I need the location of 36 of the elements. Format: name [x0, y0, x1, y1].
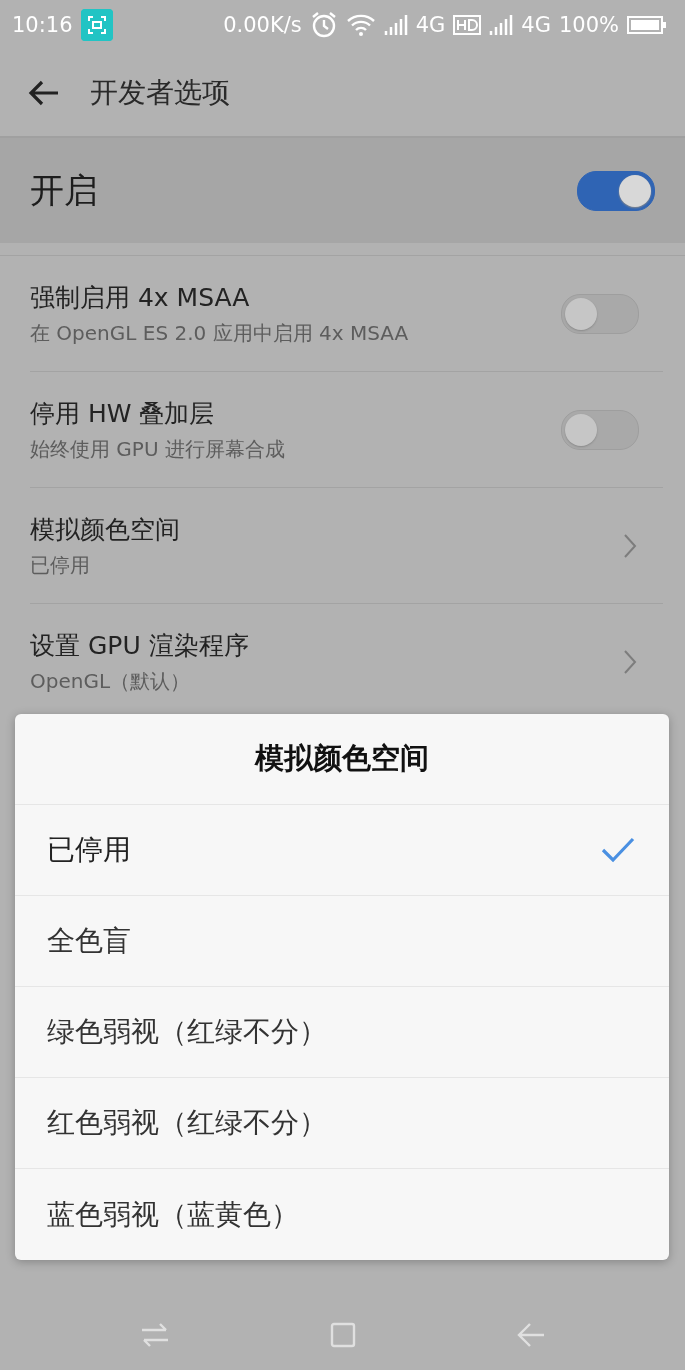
toggle-switch[interactable]: [577, 170, 655, 211]
setting-subtitle: 已停用: [30, 551, 91, 579]
option-item[interactable]: 全色盲: [15, 896, 669, 987]
checkmark-icon: [601, 837, 635, 863]
home-square-icon[interactable]: [328, 1321, 357, 1349]
setting-subtitle: 始终使用 GPU 进行屏幕合成: [30, 435, 285, 463]
option-item[interactable]: 蓝色弱视（蓝黄色）: [15, 1169, 669, 1260]
setting-title: 停用 HW 叠加层: [30, 397, 216, 430]
setting-title: 模拟颜色空间: [30, 513, 180, 546]
dialog-title: 模拟颜色空间: [15, 714, 669, 805]
wifi-icon: [345, 13, 376, 37]
battery-icon: [627, 15, 667, 35]
toggle-switch[interactable]: [561, 409, 639, 450]
setting-title: 强制启用 4x MSAA: [30, 281, 251, 314]
signal-icon: [383, 13, 408, 37]
chevron-right-icon: [623, 648, 637, 675]
option-item[interactable]: 红色弱视（红绿不分）: [15, 1078, 669, 1169]
battery-percent: 100%: [558, 13, 619, 37]
network-type: 4G: [521, 13, 551, 37]
toggle-switch[interactable]: [561, 293, 639, 334]
chevron-right-icon: [623, 532, 637, 559]
back-arrow-icon[interactable]: [28, 79, 60, 107]
signal-icon: [489, 13, 514, 37]
option-item[interactable]: 绿色弱视（红绿不分）: [15, 987, 669, 1078]
network-speed: 0.00K/s: [223, 13, 302, 37]
network-type: 4G: [415, 13, 446, 37]
status-time: 10:16: [12, 13, 73, 37]
hd-icon: [453, 15, 482, 35]
setting-title: 设置 GPU 渲染程序: [30, 629, 249, 662]
master-switch-label: 开启: [30, 168, 98, 212]
setting-subtitle: 在 OpenGL ES 2.0 应用中启用 4x MSAA: [30, 319, 409, 347]
setting-subtitle: OpenGL（默认）: [30, 667, 192, 695]
screenshot-icon: [80, 9, 113, 41]
swap-arrows-icon[interactable]: [139, 1321, 170, 1349]
option-item[interactable]: 已停用: [15, 805, 669, 896]
toolbar-title: 开发者选项: [90, 75, 230, 111]
